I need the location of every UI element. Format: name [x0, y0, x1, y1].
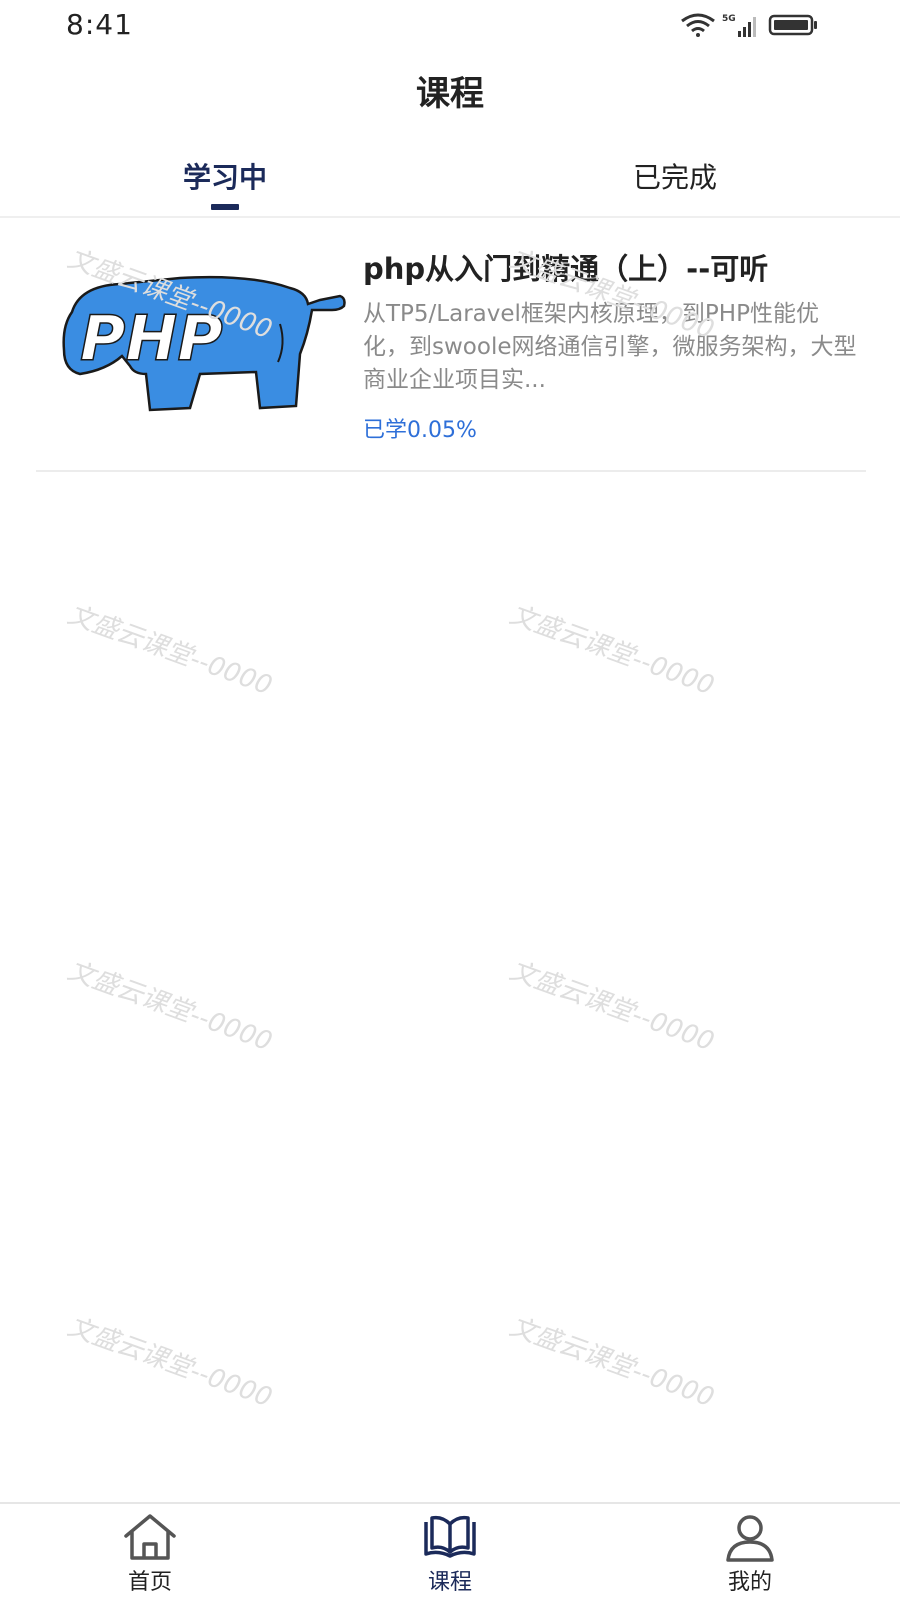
- nav-course[interactable]: 课程: [370, 1512, 530, 1600]
- user-icon: [726, 1515, 774, 1562]
- php-logo-thumbnail: PHP: [62, 275, 346, 412]
- bottom-nav: 首页 课程 我的: [0, 1502, 900, 1602]
- watermark: 文盛云课堂--0000: [505, 955, 718, 1058]
- network-label: 5G: [722, 14, 736, 24]
- php-logo-text: PHP: [80, 302, 223, 375]
- tab-active-indicator: [211, 204, 239, 210]
- course-title: php从入门到精通（上）--可听: [363, 252, 769, 286]
- status-time: 8:41: [66, 8, 133, 41]
- wifi-icon: [681, 13, 715, 37]
- status-bar: 8:41 5G: [0, 0, 900, 50]
- nav-home-label: 首页: [127, 1570, 172, 1595]
- nav-mine[interactable]: 我的: [670, 1512, 830, 1600]
- status-icons: 5G: [680, 10, 820, 40]
- battery-icon: [768, 14, 817, 36]
- signal-icon: 5G: [722, 14, 756, 37]
- nav-home[interactable]: 首页: [70, 1512, 230, 1600]
- watermark: 文盛云课堂--0000: [63, 955, 276, 1058]
- course-progress: 已学0.05%: [363, 418, 477, 443]
- watermark: 文盛云课堂--0000: [63, 1311, 276, 1414]
- card-divider: [36, 470, 866, 472]
- tabs-divider: [0, 216, 900, 218]
- nav-mine-label: 我的: [727, 1570, 772, 1595]
- book-icon: [424, 1515, 476, 1558]
- tab-bar: 学习中 已完成: [0, 146, 900, 216]
- watermark: 文盛云课堂--0000: [505, 599, 718, 702]
- home-icon: [124, 1514, 176, 1560]
- tab-completed-label: 已完成: [632, 161, 717, 194]
- tab-learning-label: 学习中: [182, 161, 267, 194]
- course-card[interactable]: PHP php从入门到精通（上）--可听 从TP5/Laravel框架内核原理，…: [36, 236, 866, 472]
- page-title: 课程: [416, 74, 484, 114]
- nav-course-label: 课程: [427, 1570, 472, 1595]
- watermark: 文盛云课堂--0000: [505, 1311, 718, 1414]
- watermark: 文盛云课堂--0000: [63, 599, 276, 702]
- course-description: 从TP5/Laravel框架内核原理，到PHP性能优化，到swoole网络通信引…: [363, 301, 857, 393]
- tab-completed[interactable]: 已完成: [450, 146, 900, 216]
